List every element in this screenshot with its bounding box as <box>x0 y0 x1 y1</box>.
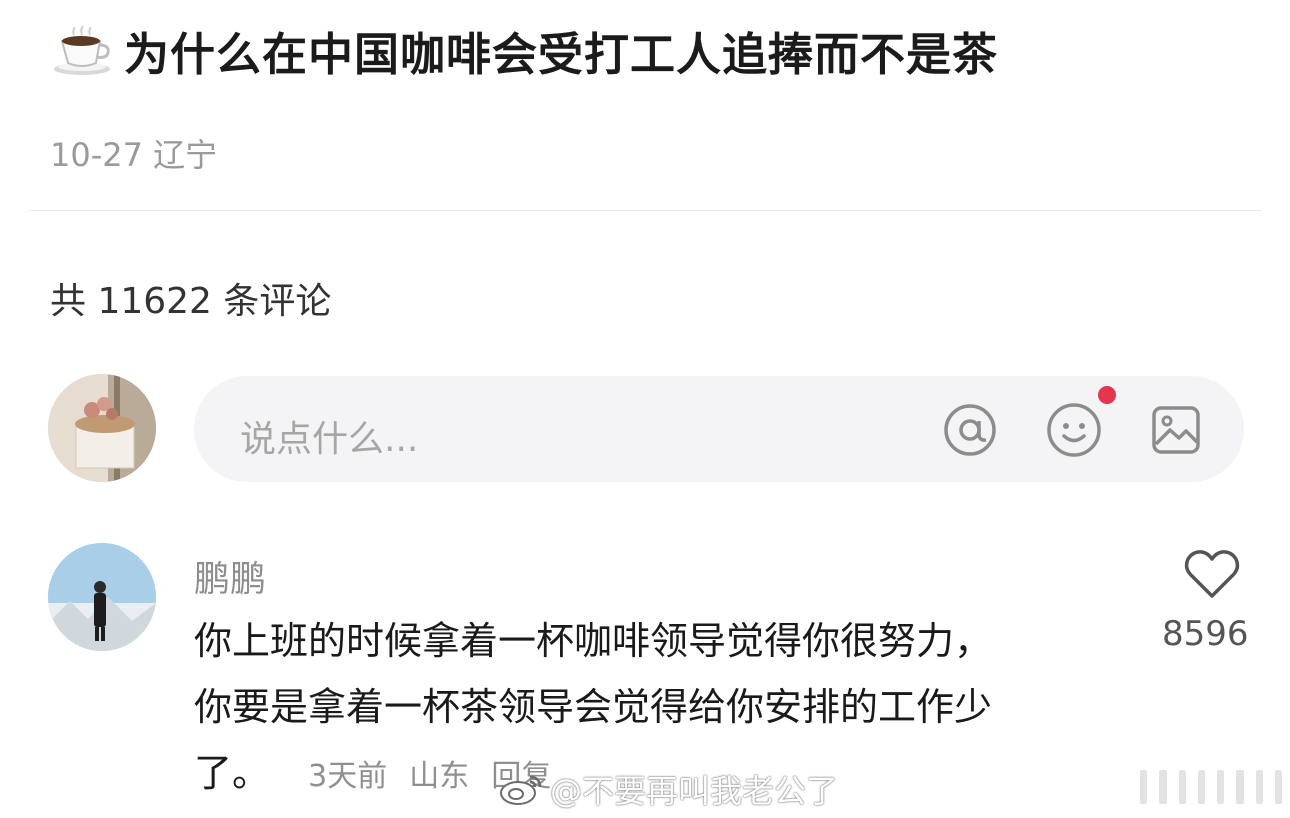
emoji-icon[interactable] <box>1044 400 1104 460</box>
comment-line: 你上班的时候拿着一杯咖啡领导觉得你很努力， <box>194 619 993 663</box>
post-date-location: 10-27 辽宁 <box>50 136 218 174</box>
mountain-photo <box>48 543 156 651</box>
comment-time: 3天前 <box>308 759 388 794</box>
comment-author[interactable]: 鹏鹏 <box>194 550 266 602</box>
coffee-cup-icon <box>54 24 110 75</box>
post-title-row: 为什么在中国咖啡会受打工人追捧而不是茶 <box>50 18 998 83</box>
current-user-avatar[interactable] <box>48 374 156 482</box>
post-title: 为什么在中国咖啡会受打工人追捧而不是茶 <box>124 28 999 81</box>
comment-input-placeholder: 说点什么... <box>240 419 419 460</box>
comment-input[interactable]: 说点什么... <box>194 376 1244 482</box>
commenter-avatar[interactable] <box>48 543 156 651</box>
bottom-decoration <box>1140 770 1282 804</box>
at-icon[interactable] <box>940 400 1000 460</box>
image-icon[interactable] <box>1146 400 1206 460</box>
plant-photo <box>48 374 156 482</box>
watermark: @不要再叫我老公了 <box>498 766 838 812</box>
comment-location: 山东 <box>409 759 470 794</box>
notification-dot <box>1098 386 1116 404</box>
comment-count: 共 11622 条评论 <box>50 281 332 322</box>
comment-line: 了。 <box>194 751 271 795</box>
comment-line: 你要是拿着一杯茶领导会觉得给你安排的工作少 <box>194 685 993 729</box>
watermark-text: @不要再叫我老公了 <box>550 772 839 810</box>
heart-icon[interactable] <box>1184 548 1240 600</box>
section-divider <box>28 210 1262 211</box>
weibo-logo-icon <box>500 775 542 805</box>
post-comments-screen: 为什么在中国咖啡会受打工人追捧而不是茶 10-27 辽宁 共 11622 条评论… <box>0 0 1290 818</box>
like-count: 8596 <box>1162 614 1249 654</box>
